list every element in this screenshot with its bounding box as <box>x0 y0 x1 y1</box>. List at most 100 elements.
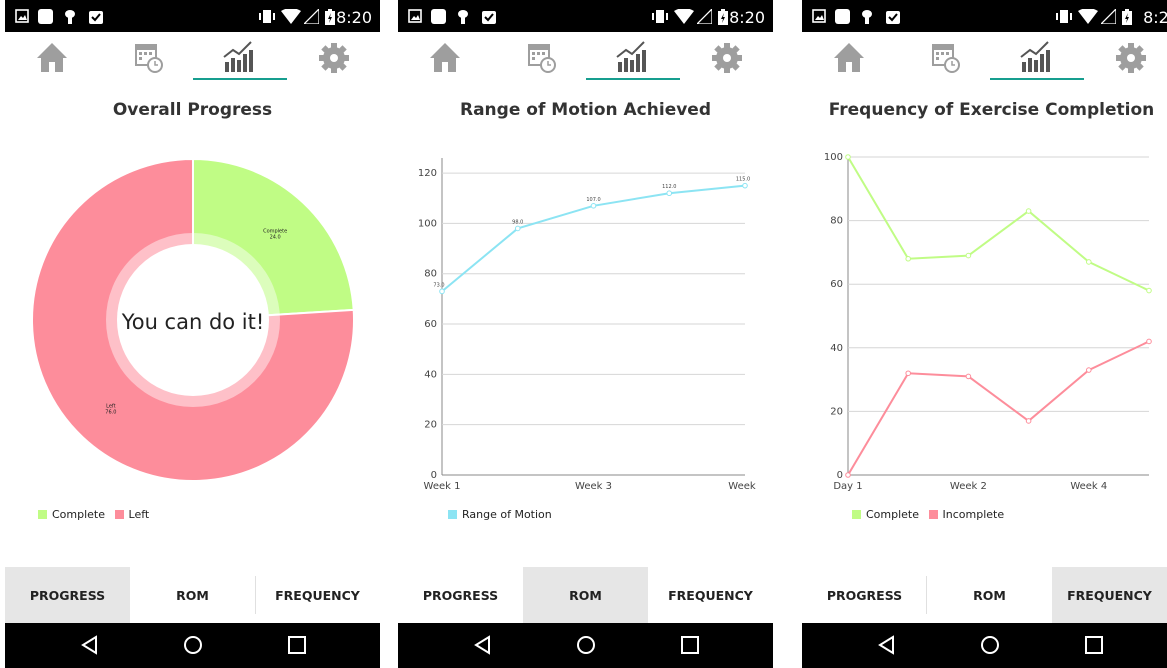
center-message: You can do it! <box>121 310 265 334</box>
android-debug-icon <box>65 10 75 24</box>
home-button-icon[interactable] <box>183 635 203 655</box>
data-label: 73.0 <box>433 282 444 288</box>
tab-frequency[interactable]: FREQUENCY <box>648 567 773 623</box>
signal-icon <box>1101 9 1116 24</box>
tab-frequency[interactable]: FREQUENCY <box>255 567 380 623</box>
tab-frequency[interactable]: FREQUENCY <box>1052 567 1167 623</box>
x-tick-label: Week 4 <box>1070 481 1107 492</box>
gear-icon <box>1116 43 1146 73</box>
y-tick-label: 20 <box>830 406 843 417</box>
x-tick-label: Week <box>728 481 756 492</box>
system-nav-bar <box>802 623 1167 668</box>
donut-chart: You can do it! Complete 24.0 Left 76.0 <box>31 157 355 482</box>
image-notification-icon <box>408 9 422 23</box>
data-point <box>1146 338 1152 345</box>
x-tick-label: Week 2 <box>950 481 987 492</box>
legend-item-range-of-motion: Range of Motion <box>448 508 552 521</box>
home-button-icon[interactable] <box>980 635 1000 655</box>
status-bar: 8:20 <box>802 0 1167 32</box>
tab-progress-chart[interactable] <box>586 32 680 84</box>
system-nav-bar <box>398 623 773 668</box>
y-tick-label: 20 <box>424 420 437 431</box>
tab-settings[interactable] <box>680 32 773 84</box>
back-icon[interactable] <box>80 635 100 655</box>
y-tick-label: 40 <box>424 369 437 380</box>
clock-time: 8:20 <box>336 8 372 27</box>
rom-line-chart: 020406080100120 Week 1 Week 3 Week 73.0 … <box>418 158 756 492</box>
y-tick-label: 100 <box>418 218 437 229</box>
tab-rom[interactable]: ROM <box>130 567 255 623</box>
y-tick-label: 40 <box>830 343 843 354</box>
tab-progress[interactable]: PROGRESS <box>5 567 130 623</box>
back-icon[interactable] <box>473 635 493 655</box>
calendar-clock-icon <box>135 44 163 73</box>
tab-progress[interactable]: PROGRESS <box>398 567 523 623</box>
y-tick-label: 0 <box>837 470 843 481</box>
legend-label-incomplete: Incomplete <box>942 508 1005 521</box>
android-debug-icon <box>458 10 468 24</box>
y-tick-label: 120 <box>418 168 437 179</box>
back-icon[interactable] <box>877 635 897 655</box>
calendar-clock-icon <box>932 44 960 73</box>
gear-icon <box>712 43 742 73</box>
y-tick-label: 80 <box>424 269 437 280</box>
signal-icon <box>304 9 319 24</box>
legend-label-rom: Range of Motion <box>462 508 552 521</box>
tab-home[interactable] <box>802 32 896 84</box>
tab-calendar[interactable] <box>896 32 990 84</box>
home-icon <box>430 43 460 72</box>
tab-rom[interactable]: ROM <box>523 567 648 623</box>
page-title: Overall Progress <box>112 100 273 120</box>
active-tab-indicator <box>990 78 1084 80</box>
frequency-line-chart: 0 20 40 60 80 100 Day 1 Week 2 Week 4 <box>824 152 1152 492</box>
tab-home[interactable] <box>5 32 99 84</box>
home-button-icon[interactable] <box>576 635 596 655</box>
legend-swatch-incomplete <box>928 510 938 519</box>
tab-progress[interactable]: PROGRESS <box>802 567 927 623</box>
data-point <box>1086 367 1092 373</box>
legend-label-complete: Complete <box>52 508 106 521</box>
series-line-incomplete <box>847 340 1150 476</box>
x-tick-label: Day 1 <box>833 481 862 492</box>
clipboard-check-icon <box>89 11 103 24</box>
chart-progress-icon <box>616 41 646 72</box>
x-tick-label: Week 1 <box>424 481 461 492</box>
y-tick-label: 60 <box>830 279 843 290</box>
tab-rom[interactable]: ROM <box>927 567 1052 623</box>
chart-legend: Complete Left <box>38 508 155 521</box>
page-title: Frequency of Exercise Completion <box>828 100 1155 120</box>
wifi-icon <box>281 9 301 24</box>
legend-swatch-complete <box>852 510 861 519</box>
wifi-icon <box>674 9 694 24</box>
data-label: 112.0 <box>662 184 676 190</box>
tab-progress-chart[interactable] <box>990 32 1084 84</box>
legend-item-complete: Complete <box>852 508 919 521</box>
bottom-tab-bar: PROGRESS ROM FREQUENCY <box>398 567 773 623</box>
home-icon <box>37 43 67 72</box>
tab-settings[interactable] <box>287 32 380 84</box>
clock-time: 8:20 <box>1143 8 1167 27</box>
top-tab-bar <box>802 32 1167 84</box>
image-notification-icon <box>15 9 29 23</box>
page-title: Range of Motion Achieved <box>460 100 711 120</box>
data-label: 107.0 <box>586 197 600 203</box>
legend-swatch-complete <box>38 510 47 519</box>
app-notification-icon <box>38 9 53 24</box>
screen-frequency: 8:20 Frequency of Exercise Completion 0 2… <box>802 0 1167 668</box>
gear-icon <box>319 43 349 73</box>
recents-icon[interactable] <box>1084 635 1104 655</box>
tab-progress-chart[interactable] <box>193 32 287 84</box>
data-point <box>742 182 748 189</box>
tab-calendar[interactable] <box>492 32 586 84</box>
data-label: 115.0 <box>736 177 750 183</box>
legend-item-incomplete: Incomplete <box>928 508 1005 521</box>
tab-calendar[interactable] <box>99 32 193 84</box>
tab-settings[interactable] <box>1084 32 1167 84</box>
screen-rom: 8:20 Range of Motion Achieved 0 20 40 60 80 1… <box>398 0 773 668</box>
recents-icon[interactable] <box>287 635 307 655</box>
home-icon <box>834 43 864 72</box>
recents-icon[interactable] <box>680 635 700 655</box>
vibrate-icon <box>1056 10 1072 23</box>
tab-home[interactable] <box>398 32 492 84</box>
active-tab-indicator <box>193 78 287 80</box>
